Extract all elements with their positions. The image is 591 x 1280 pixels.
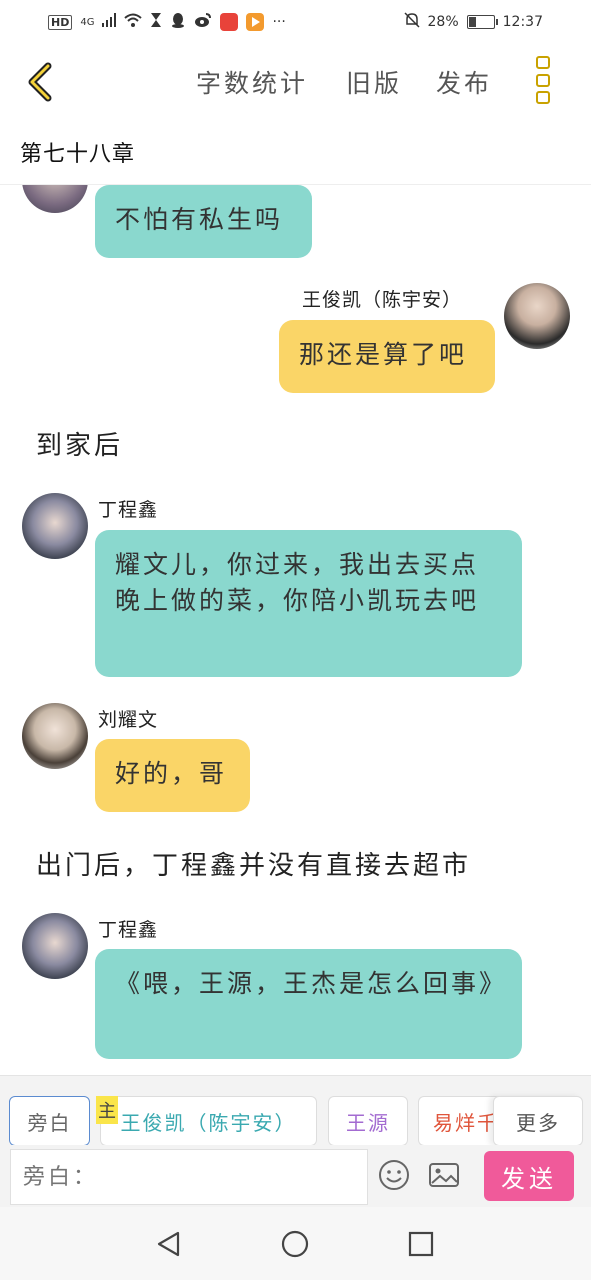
emoji-icon[interactable]	[378, 1159, 410, 1191]
role-chip-main[interactable]: 王俊凯（陈宇安）	[100, 1096, 317, 1146]
clock: 12:37	[502, 14, 543, 30]
system-recents-icon[interactable]	[406, 1229, 436, 1259]
more-roles-button[interactable]: 更多	[493, 1096, 583, 1146]
back-arrow-icon	[28, 62, 52, 102]
publish-button[interactable]: 发布	[436, 64, 492, 100]
status-bar: HD 4G ··· 28% 12:37	[0, 0, 591, 44]
role-selector-bar: 旁白 王俊凯（陈宇安） 主 王源 易烊千玺 更多	[0, 1075, 591, 1146]
message-bubble[interactable]: 耀文儿，你过来，我出去买点晚上做的菜，你陪小凯玩去吧	[95, 530, 522, 677]
network-type: 4G	[80, 16, 95, 28]
chat-area[interactable]: 不怕有私生吗 王俊凯（陈宇安） 那还是算了吧 到家后 丁程鑫 耀文儿，你过来，我…	[0, 185, 591, 1075]
message-input[interactable]	[10, 1149, 368, 1205]
video-app-icon	[220, 13, 239, 31]
qq-icon	[170, 12, 186, 32]
narration-text[interactable]: 出门后，丁程鑫并没有直接去超市	[36, 845, 471, 882]
avatar[interactable]	[22, 703, 88, 769]
message-bubble[interactable]: 不怕有私生吗	[95, 185, 312, 258]
message-bubble[interactable]: 那还是算了吧	[279, 320, 495, 393]
narration-text[interactable]: 到家后	[36, 425, 123, 462]
message-bubble[interactable]: 《喂，王源，王杰是怎么回事》	[95, 949, 522, 1059]
mute-bell-icon	[403, 12, 420, 32]
sender-name: 丁程鑫	[98, 919, 159, 941]
menu-dot	[536, 56, 550, 69]
chapter-title[interactable]: 第七十八章	[20, 136, 135, 168]
word-count-button[interactable]: 字数统计	[196, 64, 308, 100]
system-home-icon[interactable]	[280, 1229, 310, 1259]
wifi-icon	[124, 13, 143, 31]
role-chip-wangyuan[interactable]: 王源	[328, 1096, 408, 1146]
input-bar: 发送	[0, 1145, 591, 1207]
avatar[interactable]	[504, 283, 570, 349]
avatar[interactable]	[22, 493, 88, 559]
sender-name: 刘耀文	[98, 709, 159, 731]
system-navigation-bar	[0, 1207, 591, 1280]
system-back-icon[interactable]	[154, 1229, 184, 1259]
menu-dot	[536, 91, 550, 104]
sender-name: 丁程鑫	[98, 499, 159, 521]
battery-percent: 28%	[427, 14, 459, 30]
old-version-button[interactable]: 旧版	[346, 64, 402, 100]
top-nav: 字数统计 旧版 发布	[0, 48, 591, 112]
avatar[interactable]	[22, 913, 88, 979]
hd-indicator: HD	[48, 14, 73, 30]
more-menu-button[interactable]	[536, 56, 552, 104]
role-chip-narration[interactable]: 旁白	[9, 1096, 90, 1146]
player-app-icon	[246, 13, 265, 31]
sender-name: 王俊凯（陈宇安）	[302, 289, 463, 311]
signal-icon	[102, 13, 117, 31]
message-bubble[interactable]: 好的，哥	[95, 739, 250, 812]
image-icon[interactable]	[428, 1159, 460, 1191]
battery-icon	[466, 15, 498, 29]
more-notifications: ···	[272, 14, 286, 30]
main-role-tag: 主	[96, 1096, 118, 1124]
send-button[interactable]: 发送	[484, 1151, 574, 1201]
menu-dot	[536, 73, 550, 87]
weibo-icon	[194, 12, 212, 32]
battery-level	[468, 17, 476, 27]
back-button[interactable]	[20, 56, 60, 104]
avatar[interactable]	[22, 185, 88, 213]
hourglass-icon	[150, 12, 162, 32]
